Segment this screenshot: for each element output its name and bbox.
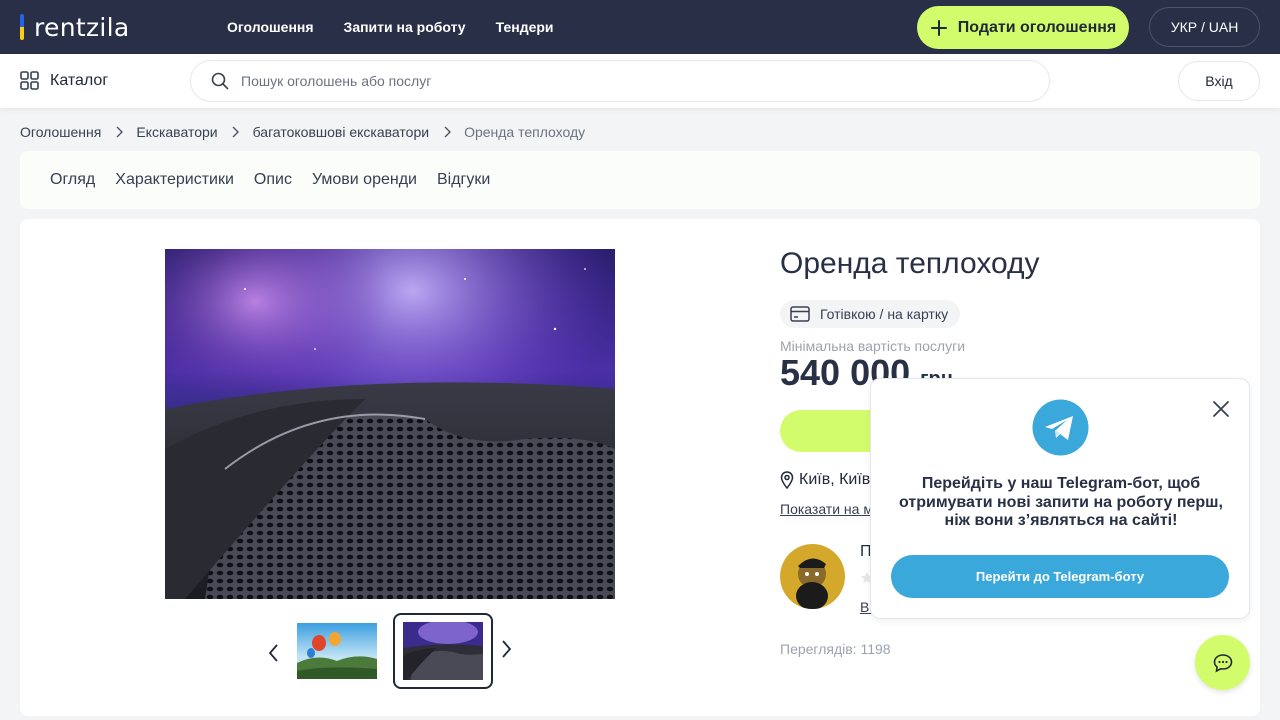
breadcrumb-ads[interactable]: Оголошення	[20, 124, 101, 140]
tab-description[interactable]: Опис	[254, 171, 292, 189]
location-text: Київ, Київ	[799, 471, 871, 488]
search-icon	[211, 72, 229, 90]
close-icon[interactable]	[1211, 399, 1231, 419]
listing-tabs: Огляд Характеристики Опис Умови оренди В…	[20, 151, 1260, 209]
location: Київ, Київ	[780, 471, 870, 489]
nav-work-requests[interactable]: Запити на роботу	[344, 19, 466, 35]
language-currency-button[interactable]: УКР / UAH	[1149, 7, 1260, 47]
chat-button[interactable]	[1195, 635, 1250, 690]
chat-icon	[1213, 653, 1232, 672]
telegram-icon	[1032, 399, 1089, 456]
top-header: rentzila Оголошення Запити на роботу Тен…	[0, 0, 1280, 54]
breadcrumb: Оголошення Екскаватори багатоковшові екс…	[20, 124, 585, 140]
map-pin-icon	[780, 471, 794, 489]
breadcrumb-multi-bucket[interactable]: багатоковшові екскаватори	[253, 124, 429, 140]
breadcrumb-excavators[interactable]: Екскаватори	[136, 124, 217, 140]
owner-avatar[interactable]	[780, 544, 845, 609]
logo-text: rentzila	[34, 12, 130, 42]
grid-icon	[20, 71, 39, 90]
chevron-right-icon	[218, 126, 253, 138]
search-input[interactable]	[241, 73, 1001, 89]
telegram-popup: Перейдіть у наш Telegram-бот, щоб отриму…	[870, 378, 1250, 619]
logo-mark-icon	[20, 14, 24, 40]
catalog-button[interactable]: Каталог	[20, 71, 108, 90]
main-nav: Оголошення Запити на роботу Тендери	[227, 0, 554, 54]
main-photo[interactable]	[165, 249, 615, 599]
tab-specs[interactable]: Характеристики	[115, 171, 234, 189]
views-count: Переглядів: 1198	[780, 641, 891, 657]
chevron-right-icon	[101, 126, 136, 138]
telegram-message: Перейдіть у наш Telegram-бот, щоб отриму…	[899, 475, 1223, 529]
photo-thumbnail[interactable]	[297, 623, 377, 679]
login-button[interactable]: Вхід	[1178, 61, 1260, 101]
show-on-map-link[interactable]: Показати на м	[780, 501, 873, 517]
nav-ads[interactable]: Оголошення	[227, 19, 314, 35]
telegram-bot-button[interactable]: Перейти до Telegram-боту	[891, 555, 1229, 598]
photo-thumbnail-selected[interactable]	[393, 613, 493, 689]
payment-method-badge: Готівкою / на картку	[780, 300, 960, 328]
payment-method-label: Готівкою / на картку	[820, 306, 949, 322]
tab-reviews[interactable]: Відгуки	[437, 171, 490, 189]
search-bar	[190, 60, 1050, 102]
rentzila-logo[interactable]: rentzila	[20, 12, 130, 42]
post-ad-label: Подати оголошення	[957, 18, 1117, 36]
listing-title: Оренда теплоходу	[780, 247, 1040, 280]
tab-overview[interactable]: Огляд	[50, 171, 95, 189]
post-ad-button[interactable]: Подати оголошення	[917, 6, 1129, 49]
chevron-right-icon	[429, 126, 464, 138]
catalog-label: Каталог	[50, 71, 109, 89]
breadcrumb-current: Оренда теплоходу	[464, 124, 586, 140]
chevron-right-icon[interactable]	[498, 639, 514, 659]
tab-rental-terms[interactable]: Умови оренди	[312, 171, 417, 189]
chevron-left-icon[interactable]	[266, 643, 282, 663]
credit-card-icon	[790, 306, 810, 322]
nav-tenders[interactable]: Тендери	[496, 19, 554, 35]
plus-icon	[930, 19, 947, 36]
sub-header: Каталог Вхід	[0, 54, 1280, 108]
